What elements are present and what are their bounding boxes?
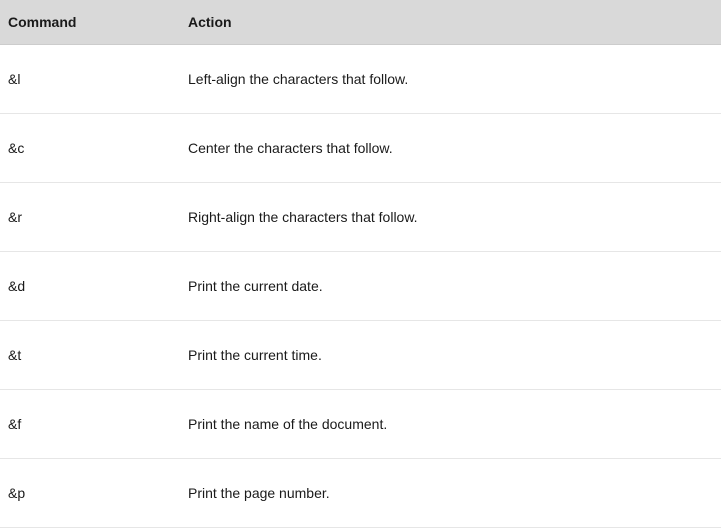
action-cell: Print the current time. — [180, 321, 721, 390]
table-row: &l Left-align the characters that follow… — [0, 45, 721, 114]
table-row: &f Print the name of the document. — [0, 390, 721, 459]
table-row: &p Print the page number. — [0, 459, 721, 528]
command-cell: &r — [0, 183, 180, 252]
table-row: &d Print the current date. — [0, 252, 721, 321]
command-cell: &p — [0, 459, 180, 528]
action-cell: Right-align the characters that follow. — [180, 183, 721, 252]
action-cell: Print the name of the document. — [180, 390, 721, 459]
table-row: &r Right-align the characters that follo… — [0, 183, 721, 252]
command-cell: &d — [0, 252, 180, 321]
header-action: Action — [180, 0, 721, 45]
command-cell: &t — [0, 321, 180, 390]
action-cell: Left-align the characters that follow. — [180, 45, 721, 114]
commands-table: Command Action &l Left-align the charact… — [0, 0, 721, 528]
action-cell: Print the current date. — [180, 252, 721, 321]
command-cell: &f — [0, 390, 180, 459]
action-cell: Center the characters that follow. — [180, 114, 721, 183]
header-command: Command — [0, 0, 180, 45]
table-row: &c Center the characters that follow. — [0, 114, 721, 183]
command-cell: &l — [0, 45, 180, 114]
command-cell: &c — [0, 114, 180, 183]
table-header-row: Command Action — [0, 0, 721, 45]
action-cell: Print the page number. — [180, 459, 721, 528]
table-row: &t Print the current time. — [0, 321, 721, 390]
